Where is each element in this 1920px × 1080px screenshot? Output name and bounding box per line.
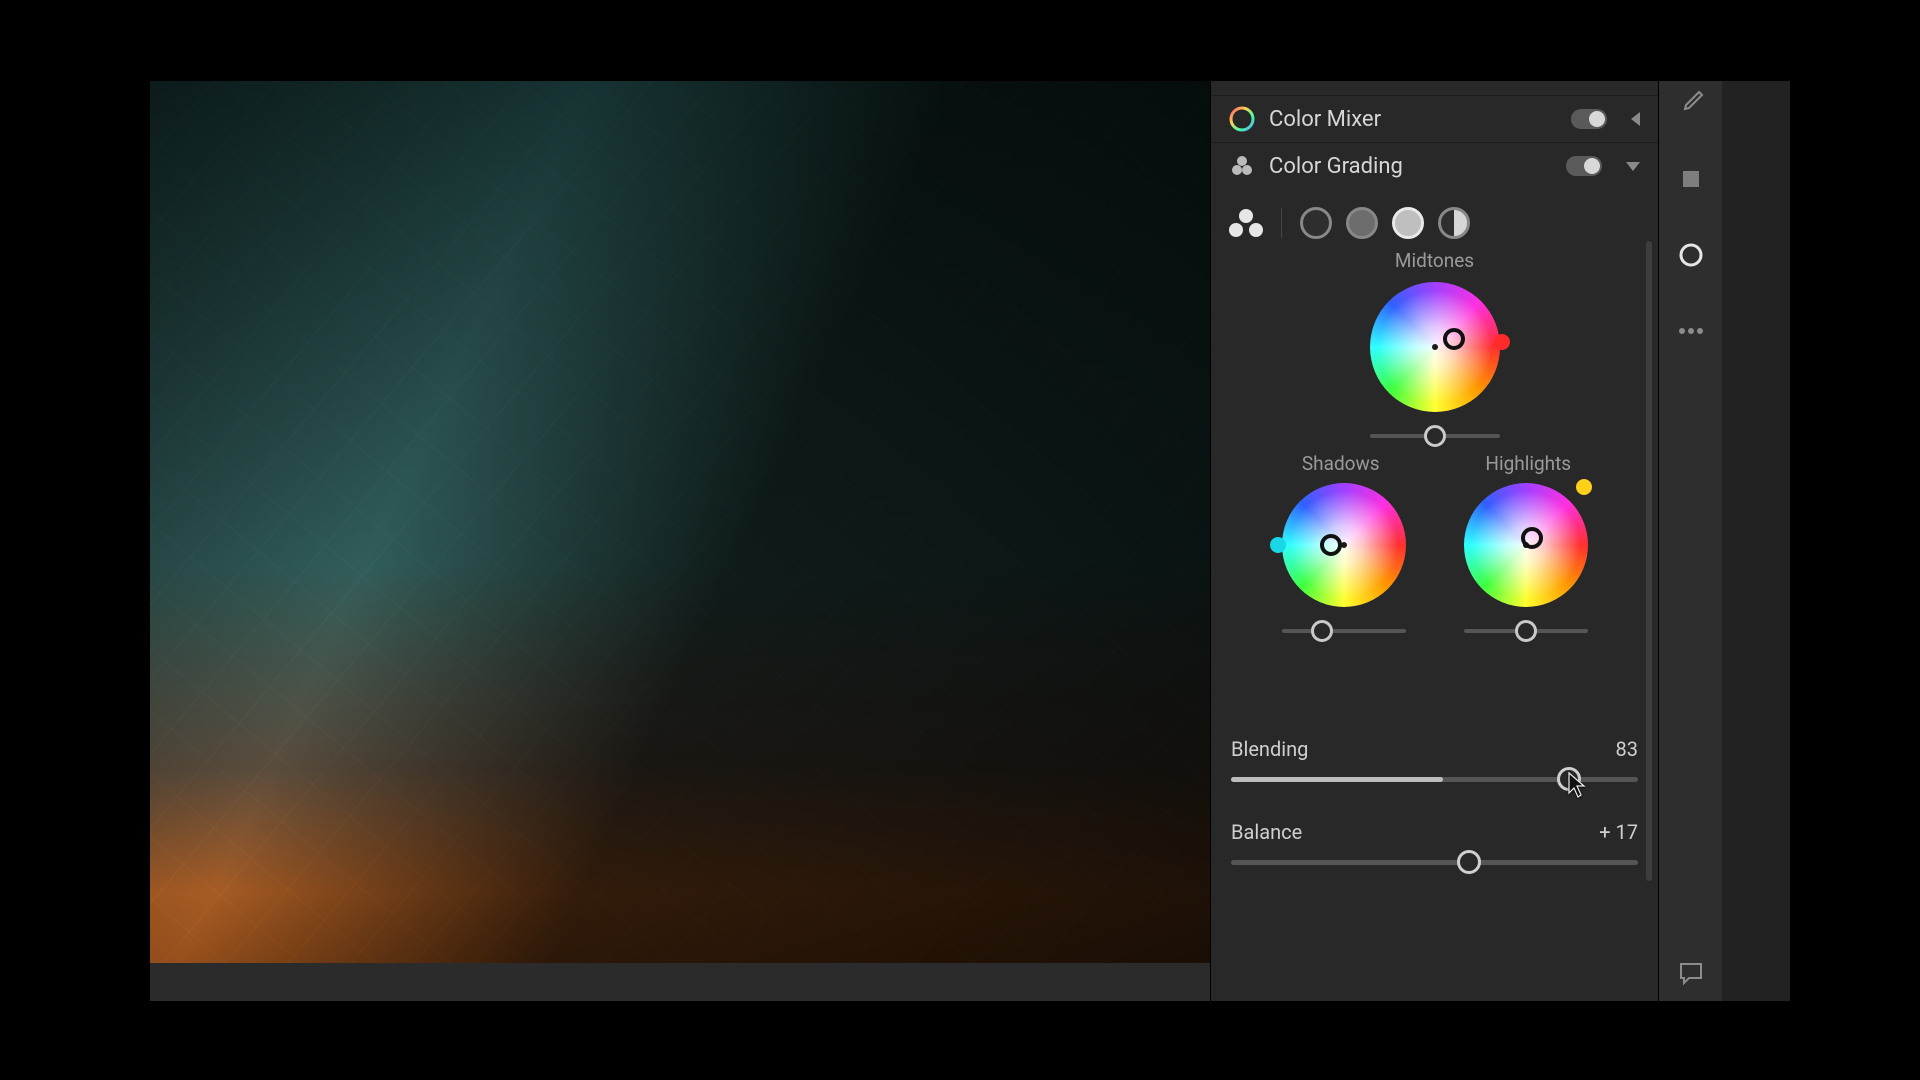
color-mixer-toggle[interactable]: [1571, 109, 1607, 129]
crop-icon[interactable]: [1675, 163, 1707, 195]
color-grading-title[interactable]: Color Grading: [1269, 154, 1552, 179]
midtones-color-wheel[interactable]: [1370, 282, 1500, 412]
view-tab-three-way[interactable]: [1229, 209, 1263, 237]
view-tab-separator: [1281, 208, 1282, 238]
image-canvas[interactable]: [150, 81, 1210, 1001]
blending-slider[interactable]: [1231, 777, 1638, 782]
color-grading-icon: [1229, 153, 1255, 179]
photo-preview: [150, 81, 1210, 963]
eyedropper-icon[interactable]: [1675, 87, 1707, 119]
midtones-puck[interactable]: [1443, 328, 1465, 350]
highlights-puck[interactable]: [1521, 527, 1543, 549]
view-tab-midtones[interactable]: [1346, 207, 1378, 239]
view-tab-highlights[interactable]: [1392, 207, 1424, 239]
balance-knob[interactable]: [1457, 850, 1481, 874]
filmstrip-bar: [150, 963, 1210, 1001]
wheel-center-dot: [1432, 344, 1438, 350]
panel-color-mixer: Color Mixer: [1211, 95, 1658, 142]
midtones-label: Midtones: [1229, 249, 1640, 272]
shadows-label: Shadows: [1247, 452, 1435, 475]
balance-slider[interactable]: [1231, 860, 1638, 865]
highlights-label: Highlights: [1435, 452, 1623, 475]
more-icon[interactable]: [1675, 315, 1707, 347]
balance-label: Balance: [1231, 820, 1302, 844]
midtones-luminance-knob[interactable]: [1424, 425, 1446, 447]
view-tab-shadows[interactable]: [1300, 207, 1332, 239]
panel-color-grading: Color Grading: [1211, 142, 1658, 189]
comment-icon[interactable]: [1675, 957, 1707, 989]
color-mixer-title[interactable]: Color Mixer: [1269, 107, 1557, 132]
color-grading-collapse-icon[interactable]: [1626, 162, 1640, 171]
midtones-luminance-slider[interactable]: [1370, 434, 1500, 438]
shadows-color-wheel[interactable]: [1282, 483, 1406, 607]
highlights-hue-indicator: [1576, 479, 1592, 495]
view-tab-global[interactable]: [1438, 207, 1470, 239]
color-wheels: Midtones Shadows Highlights: [1211, 245, 1658, 643]
blending-label: Blending: [1231, 737, 1308, 761]
blending-fill: [1231, 777, 1443, 782]
color-grading-view-tabs: [1211, 189, 1658, 245]
shadows-luminance-knob[interactable]: [1311, 620, 1333, 642]
blending-row: Blending 83: [1211, 719, 1658, 784]
shadows-luminance-slider[interactable]: [1282, 629, 1406, 633]
edit-sliders-icon[interactable]: [1675, 239, 1707, 271]
color-grading-toggle[interactable]: [1566, 156, 1602, 176]
highlights-color-wheel[interactable]: [1464, 483, 1588, 607]
shadows-hue-indicator: [1270, 537, 1286, 553]
highlights-luminance-knob[interactable]: [1515, 620, 1537, 642]
balance-row: Balance + 17: [1211, 802, 1658, 867]
blending-value[interactable]: 83: [1616, 737, 1638, 761]
highlights-luminance-slider[interactable]: [1464, 629, 1588, 633]
shadows-puck[interactable]: [1320, 534, 1342, 556]
app-window: Color Mixer Color Grading: [150, 81, 1790, 1001]
color-mixer-collapse-icon[interactable]: [1631, 112, 1640, 126]
right-tool-rail: [1658, 81, 1722, 1001]
balance-value[interactable]: + 17: [1599, 820, 1638, 844]
edit-panel: Color Mixer Color Grading: [1210, 81, 1658, 1001]
panel-scrollbar[interactable]: [1646, 241, 1652, 881]
midtones-hue-indicator: [1494, 334, 1510, 350]
color-mixer-icon: [1229, 106, 1255, 132]
blending-knob[interactable]: [1557, 767, 1581, 791]
